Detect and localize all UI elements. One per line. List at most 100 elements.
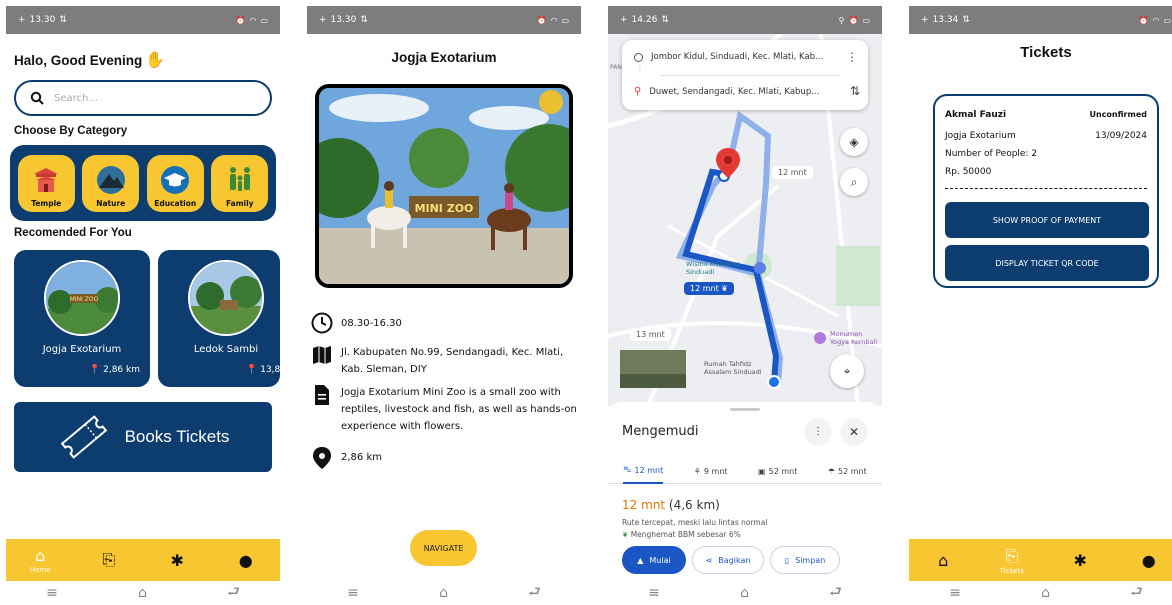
alarm-icon: ⏰ bbox=[1138, 15, 1149, 25]
leaf-icon: ❦ bbox=[721, 284, 728, 293]
battery-icon: ▭ bbox=[862, 15, 870, 25]
alarm-icon: ⏰ bbox=[536, 15, 547, 25]
leaf-icon: ❦ bbox=[622, 530, 629, 539]
distance-row: 2,86 km bbox=[311, 446, 577, 470]
start-button[interactable]: ▲ Mulai bbox=[622, 546, 686, 574]
menu-icon[interactable]: ≡ bbox=[347, 585, 359, 601]
nav-profile[interactable]: ● bbox=[221, 551, 271, 570]
recommended-title: Recomended For You bbox=[14, 227, 132, 239]
origin-field[interactable]: Jombor Kidul, Sinduadi, Kec. Mlati, Kab.… bbox=[634, 52, 823, 62]
sheet-handle[interactable] bbox=[730, 408, 760, 411]
category-nature[interactable]: Nature bbox=[82, 154, 140, 212]
mode-transit[interactable]: ▣ 52 mnt bbox=[758, 458, 797, 484]
poi-label-2: Rumah Tahfidz Assalam Sinduadi bbox=[704, 360, 762, 376]
wifi-icon: ◠ bbox=[550, 15, 558, 25]
status-bar: +13.30 ⇅ ⏰ ◠ ▭ bbox=[307, 6, 581, 34]
menu-icon[interactable]: ≡ bbox=[648, 585, 660, 601]
map-search-button[interactable]: ⌕ bbox=[840, 168, 868, 196]
travel-mode-tabs: ⛍ 12 mnt ⚘ 9 mnt ▣ 52 mnt ☂ 52 mnt bbox=[608, 458, 882, 484]
destination-field[interactable]: ⚲ Duwet, Sendangadi, Kec. Mlati, Kabup... bbox=[634, 86, 819, 97]
more-options-icon[interactable]: ⋮ bbox=[846, 50, 858, 64]
walk-icon: ☂ bbox=[827, 466, 836, 476]
system-nav: ≡ ⌂ ⮐ bbox=[909, 581, 1172, 605]
nav-tickets[interactable]: ⎘ Tickets bbox=[987, 546, 1037, 575]
location-icon: ⚲ bbox=[838, 15, 845, 25]
search-icon bbox=[30, 91, 44, 105]
nav-tickets[interactable]: ⎘ bbox=[84, 550, 134, 570]
nav-home[interactable]: ⌂ bbox=[918, 551, 968, 570]
home-button-icon[interactable]: ⌂ bbox=[740, 585, 749, 601]
home-screen: +13.30 ⇅ ⏰ ◠ ▭ Halo, Good Evening ✋ Search..… bbox=[6, 6, 280, 605]
show-proof-button[interactable]: SHOW PROOF OF PAYMENT bbox=[945, 202, 1149, 238]
home-button-icon[interactable]: ⌂ bbox=[1041, 585, 1050, 601]
ticket-header: Akmal Fauzi Unconfirmed bbox=[945, 110, 1147, 120]
tickets-screen: +13.34 ⇅ ⏰ ◠ ▭ Tickets Akmal Fauzi Unconfirm… bbox=[909, 6, 1172, 605]
map-edge-label: PAN bbox=[610, 64, 622, 71]
location-pin-icon: 📍 bbox=[89, 365, 101, 375]
my-location-button[interactable]: ⌖ bbox=[830, 354, 864, 388]
layers-button[interactable]: ◈ bbox=[840, 128, 868, 156]
ticket-price: Rp. 50000 bbox=[945, 167, 992, 177]
description: Jogja Exotarium Mini Zoo is a small zoo … bbox=[341, 387, 577, 432]
close-button[interactable]: ✕ bbox=[840, 418, 868, 446]
temple-icon bbox=[34, 167, 59, 192]
bug-icon: ✱ bbox=[1073, 550, 1087, 570]
route-label-alt1: 12 mnt bbox=[772, 166, 813, 179]
category-label: Nature bbox=[96, 198, 126, 208]
ticket-people-row: Number of People: 2 bbox=[945, 149, 1147, 159]
swap-icon[interactable]: ⇅ bbox=[850, 84, 860, 98]
status-bar: +13.30 ⇅ ⏰ ◠ ▭ bbox=[6, 6, 280, 34]
share-button[interactable]: ⋖ Bagikan bbox=[692, 546, 764, 574]
navigate-button[interactable]: NAVIGATE bbox=[410, 530, 477, 566]
books-tickets-button[interactable]: Books Tickets bbox=[14, 402, 272, 472]
maps-screen: 12 mnt 13 mnt 12 mnt ❦ Wisma Kharisma Si… bbox=[608, 6, 882, 605]
recommended-card-ledok-sambi[interactable]: Ledok Sambi 📍 13,80 bbox=[158, 250, 280, 387]
category-education[interactable]: Education bbox=[146, 154, 204, 212]
home-button-icon[interactable]: ⌂ bbox=[138, 585, 147, 601]
mode-car[interactable]: ⛍ 12 mnt bbox=[623, 458, 664, 484]
nav-bug[interactable]: ✱ bbox=[152, 551, 202, 570]
document-icon bbox=[315, 385, 329, 405]
hours-row: 08.30-16.30 bbox=[311, 312, 577, 334]
sync-icon: ⇅ bbox=[962, 15, 970, 25]
route-summary: 12 mnt (4,6 km) bbox=[622, 498, 720, 512]
category-panel: Temple Nature Education Family bbox=[10, 145, 276, 221]
layers-icon: ◈ bbox=[849, 135, 859, 149]
home-button-icon[interactable]: ⌂ bbox=[439, 585, 448, 601]
alarm-icon: ⏰ bbox=[848, 15, 859, 25]
mode-motorbike[interactable]: ⚘ 9 mnt bbox=[694, 458, 728, 484]
mode-walk[interactable]: ☂ 52 mnt bbox=[828, 458, 867, 484]
transit-icon: ▣ bbox=[758, 466, 766, 476]
status-bar: +14.26 ⇅ ⚲ ⏰ ▭ bbox=[608, 6, 882, 34]
display-qr-button[interactable]: DISPLAY TICKET QR CODE bbox=[945, 245, 1149, 281]
save-button[interactable]: ▯ Simpan bbox=[770, 546, 840, 574]
distance: 2,86 km bbox=[341, 452, 382, 463]
ticket-icon: ⎘ bbox=[102, 550, 116, 569]
bottom-nav: ⌂ Home ⎘ ✱ ● bbox=[6, 539, 280, 581]
menu-icon[interactable]: ≡ bbox=[46, 585, 58, 601]
nav-profile[interactable]: ● bbox=[1124, 551, 1172, 570]
menu-icon[interactable]: ≡ bbox=[949, 585, 961, 601]
route-options-button[interactable]: ⫶ bbox=[804, 418, 832, 446]
bug-icon: ✱ bbox=[170, 550, 184, 570]
signal-icon: + bbox=[319, 15, 327, 25]
place-distance: 📍 2,86 km bbox=[89, 365, 140, 375]
nav-bug[interactable]: ✱ bbox=[1055, 551, 1105, 570]
system-nav: ≡ ⌂ ⮐ bbox=[307, 581, 581, 605]
ticket-price-row: Rp. 50000 bbox=[945, 167, 1147, 177]
sync-icon: ⇅ bbox=[360, 15, 368, 25]
share-icon: ⋖ bbox=[705, 555, 713, 565]
poi-label-3: Monumen Yogya Kembali bbox=[830, 330, 878, 346]
recommended-card-jogja-exotarium[interactable]: MINI ZOO Jogja Exotarium 📍 2,86 km bbox=[14, 250, 150, 387]
back-icon[interactable]: ⮐ bbox=[227, 581, 240, 605]
wifi-icon: ◠ bbox=[1152, 15, 1160, 25]
back-icon[interactable]: ⮐ bbox=[829, 581, 842, 605]
back-icon[interactable]: ⮐ bbox=[528, 581, 541, 605]
place-name: Ledok Sambi bbox=[193, 344, 259, 355]
back-icon[interactable]: ⮐ bbox=[1130, 581, 1143, 605]
category-temple[interactable]: Temple bbox=[17, 154, 75, 212]
search-input[interactable]: Search... bbox=[14, 80, 272, 116]
sync-icon: ⇅ bbox=[661, 15, 669, 25]
category-family[interactable]: Family bbox=[211, 154, 269, 212]
nav-home[interactable]: ⌂ Home bbox=[15, 546, 65, 574]
